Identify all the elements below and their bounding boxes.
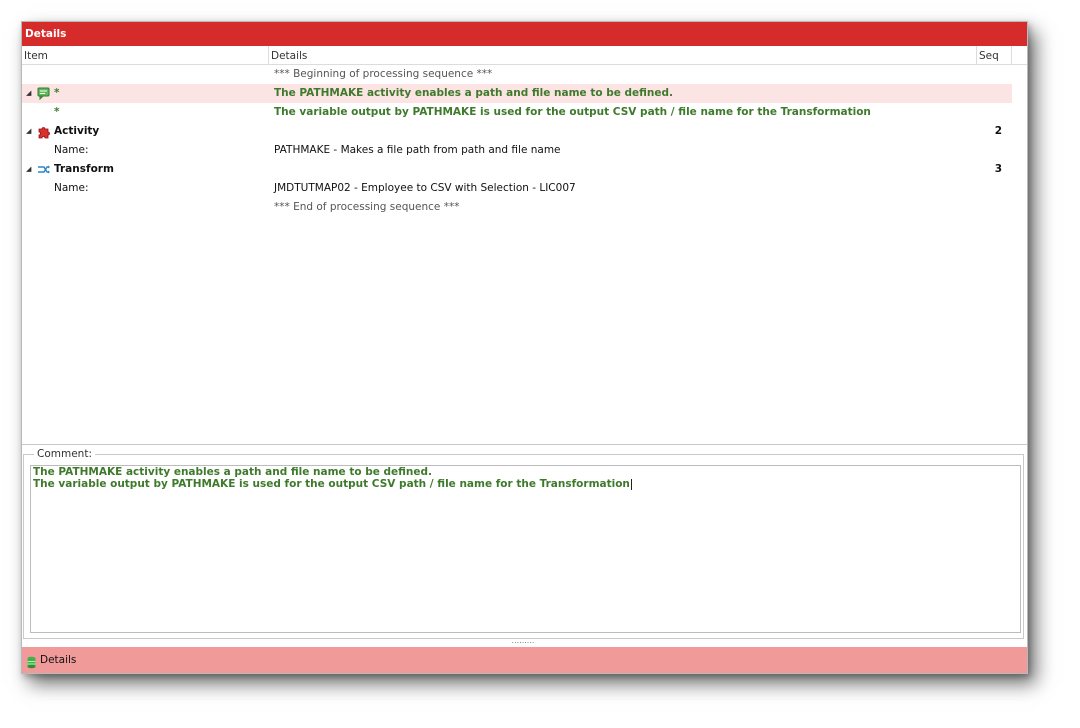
comment-line-2-text: The variable output by PATHMAKE is used … xyxy=(33,478,630,490)
comment-textarea[interactable]: The PATHMAKE activity enables a path and… xyxy=(30,465,1021,633)
comment-icon xyxy=(37,87,51,101)
grid-row-begin-sequence[interactable]: *** Beginning of processing sequence *** xyxy=(22,65,1012,84)
row-details: The PATHMAKE activity enables a path and… xyxy=(274,87,674,99)
row-details: JMDTUTMAP02 - Employee to CSV with Selec… xyxy=(274,182,576,194)
details-grid[interactable]: Item Details Seq *** Beginning of proces… xyxy=(22,46,1027,445)
grid-row-transform-name[interactable]: Name: JMDTUTMAP02 - Employee to CSV with… xyxy=(22,179,1012,198)
grid-row-activity-name[interactable]: Name: PATHMAKE - Makes a file path from … xyxy=(22,141,1012,160)
comment-legend: Comment: xyxy=(34,448,95,460)
collapse-toggle[interactable]: ◢ xyxy=(26,160,36,179)
column-header-details[interactable]: Details xyxy=(269,46,977,64)
grid-row-comment-2[interactable]: * The variable output by PATHMAKE is use… xyxy=(22,103,1012,122)
comment-line-2: The variable output by PATHMAKE is used … xyxy=(33,478,1018,490)
row-item: Name: xyxy=(54,144,89,156)
grid-row-activity[interactable]: ◢ Activity 2 xyxy=(22,122,1012,141)
transform-icon xyxy=(37,163,51,177)
database-icon xyxy=(27,653,37,669)
comment-group: Comment: The PATHMAKE activity enables a… xyxy=(23,448,1024,639)
collapse-toggle[interactable]: ◢ xyxy=(26,84,36,103)
grid-row-comment-1[interactable]: ◢ * The PATHMAKE activity enables a path… xyxy=(22,84,1012,103)
row-seq: 3 xyxy=(994,163,1002,175)
window-title: Details xyxy=(25,28,67,40)
splitter-handle[interactable]: ......... xyxy=(505,637,541,645)
column-header-item[interactable]: Item xyxy=(22,46,269,64)
row-item: * xyxy=(54,106,60,118)
row-details: PATHMAKE - Makes a file path from path a… xyxy=(274,144,561,156)
row-details: The variable output by PATHMAKE is used … xyxy=(274,106,871,118)
column-header-seq[interactable]: Seq xyxy=(977,46,1012,64)
details-window: Details Item Details Seq *** Beginning o… xyxy=(21,21,1028,674)
grid-header: Item Details Seq xyxy=(22,46,1027,65)
grid-row-end-sequence[interactable]: *** End of processing sequence *** xyxy=(22,198,1012,217)
grid-row-transform[interactable]: ◢ Transform 3 xyxy=(22,160,1012,179)
row-seq: 2 xyxy=(994,125,1002,137)
row-item: Transform xyxy=(54,163,114,175)
text-caret xyxy=(630,478,632,490)
row-item: Activity xyxy=(54,125,100,137)
puzzle-icon xyxy=(37,125,51,139)
status-bar: Details xyxy=(22,647,1027,673)
row-item: * xyxy=(54,87,60,99)
window-title-bar: Details xyxy=(22,22,1027,46)
collapse-toggle[interactable]: ◢ xyxy=(26,122,36,141)
row-item: Name: xyxy=(54,182,89,194)
row-details: *** Beginning of processing sequence *** xyxy=(274,68,493,80)
status-bar-label: Details xyxy=(40,654,77,666)
comment-line-1: The PATHMAKE activity enables a path and… xyxy=(33,466,433,478)
row-details: *** End of processing sequence *** xyxy=(274,201,460,213)
